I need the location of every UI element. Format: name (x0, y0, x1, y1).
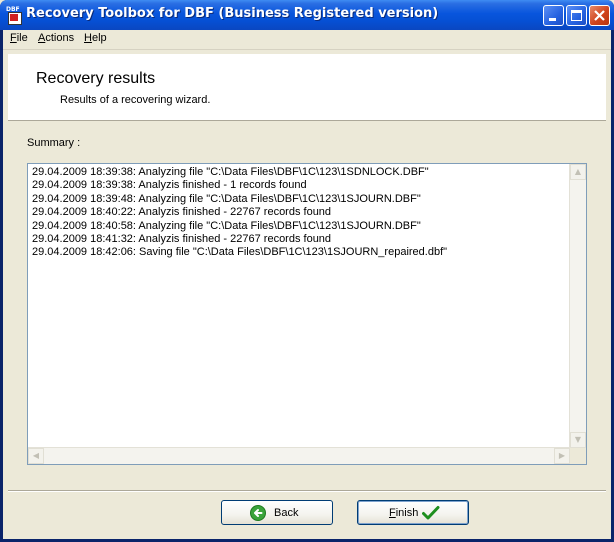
chevron-right-icon: ▶ (558, 451, 566, 460)
summary-label: Summary : (27, 137, 81, 149)
log-line: 29.04.2009 18:40:58: Analyzing file "C:\… (32, 219, 421, 232)
dbf-app-icon: DBF (6, 6, 24, 25)
scrollbar-corner (570, 448, 586, 464)
minimize-icon (549, 18, 556, 21)
log-line: 29.04.2009 18:39:48: Analyzing file "C:\… (32, 192, 421, 205)
footer-divider (8, 490, 606, 492)
page-subtitle: Results of a recovering wizard. (60, 94, 211, 106)
log-line: 29.04.2009 18:39:38: Analyzis finished -… (32, 179, 307, 192)
finish-button-label: Finish (389, 507, 419, 519)
menu-file[interactable]: File (10, 32, 28, 44)
title-bar[interactable]: DBF Recovery Toolbox for DBF (Business R… (0, 0, 614, 30)
checkmark-icon (422, 506, 440, 520)
log-lines: 29.04.2009 18:39:38: Analyzing file "C:\… (32, 166, 568, 260)
scroll-left-button[interactable]: ◀ (28, 448, 44, 464)
chevron-up-icon: ▲ (574, 167, 582, 176)
log-line: 29.04.2009 18:41:32: Analyzis finished -… (32, 233, 332, 246)
close-button[interactable] (589, 5, 610, 26)
scroll-right-button[interactable]: ▶ (554, 448, 570, 464)
menu-help[interactable]: Help (84, 32, 107, 44)
menu-actions[interactable]: Actions (38, 32, 74, 44)
close-icon (594, 10, 605, 21)
scroll-up-button[interactable]: ▲ (570, 164, 586, 180)
back-button-label: Back (274, 507, 299, 519)
summary-log-box[interactable]: 29.04.2009 18:39:38: Analyzing file "C:\… (27, 163, 587, 465)
maximize-icon (571, 10, 582, 21)
log-line: 29.04.2009 18:40:22: Analyzis finished -… (32, 206, 332, 219)
page-title: Recovery results (36, 70, 156, 87)
back-arrow-icon (250, 505, 266, 521)
log-line: 29.04.2009 18:42:06: Saving file "C:\Dat… (32, 246, 448, 259)
chevron-left-icon: ◀ (32, 451, 40, 460)
window-title: Recovery Toolbox for DBF (Business Regis… (26, 6, 439, 21)
log-line: 29.04.2009 18:39:38: Analyzing file "C:\… (32, 166, 429, 178)
app-window: DBF Recovery Toolbox for DBF (Business R… (0, 0, 614, 542)
scroll-down-button[interactable]: ▼ (570, 432, 586, 448)
horizontal-scrollbar[interactable]: ◀ ▶ (28, 447, 570, 464)
back-button[interactable]: Back (221, 500, 333, 525)
minimize-button[interactable] (543, 5, 564, 26)
wizard-header: Recovery results Results of a recovering… (8, 54, 606, 121)
finish-button[interactable]: Finish (357, 500, 469, 525)
chevron-down-icon: ▼ (574, 435, 582, 444)
vertical-scrollbar[interactable]: ▲ ▼ (569, 164, 586, 448)
menu-bar: File Actions Help (3, 30, 611, 50)
maximize-button[interactable] (566, 5, 587, 26)
